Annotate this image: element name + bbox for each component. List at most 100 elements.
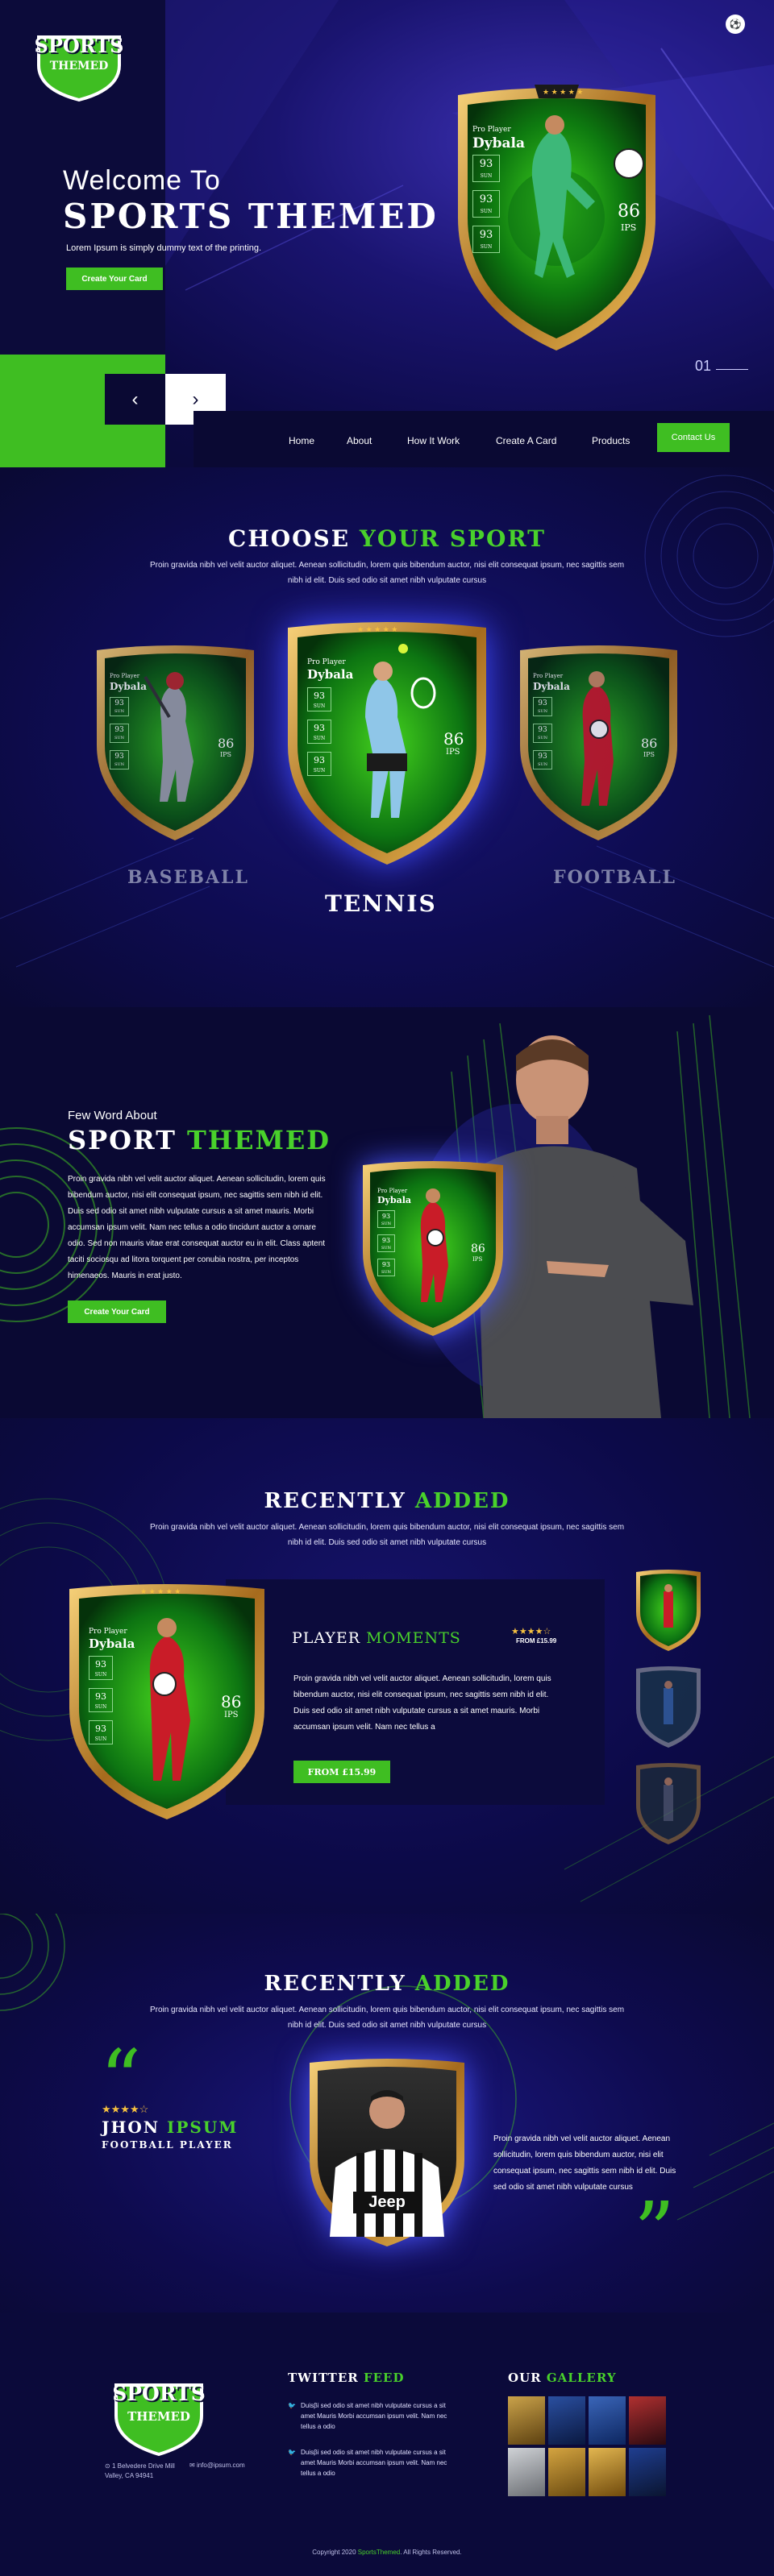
football-stat-2: 93 SUN <box>533 724 552 743</box>
gallery-thumb-5[interactable] <box>508 2448 545 2496</box>
hero-menu-icon[interactable]: ⚽ <box>726 15 745 34</box>
hero-player-card[interactable]: ★ ★ ★ ★ ★ Pro Player Dybala 93 SUN 93 SUN … <box>442 81 672 355</box>
sport-label-football[interactable]: FOOTBALL <box>553 867 676 888</box>
site-footer: SPORTS THEMED ⊙ 1 Belvedere Drive Mill V… <box>0 2313 774 2576</box>
thumbnail-3-frame-icon <box>636 1763 701 1844</box>
about-title: SPORT THEMED <box>68 1125 331 1155</box>
hero-title: SPORTS THEMED <box>63 197 439 236</box>
product-price-button[interactable]: FROM £15.99 <box>293 1761 390 1783</box>
hero-welcome: Welcome To <box>63 165 221 196</box>
hero-card-rating-label: IPS <box>621 222 637 233</box>
gallery-thumb-4[interactable] <box>629 2396 666 2445</box>
hero-card-stat-3: 93 SUN <box>472 226 500 253</box>
thumbnail-card-2[interactable] <box>633 1664 704 1748</box>
about-create-card-button[interactable]: Create Your Card <box>68 1300 166 1323</box>
nav-about[interactable]: About <box>347 435 372 446</box>
tennis-stat-1: 93 SUN <box>307 687 331 711</box>
gallery-thumb-7[interactable] <box>589 2448 626 2496</box>
testimonial-section: RECENTLY ADDED Proin gravida nibh vel ve… <box>0 1914 774 2313</box>
about-card-role: Pro Player <box>377 1188 408 1194</box>
tweet-1[interactable]: 🐦 Duisβi sed odio sit amet nibh vulputate… <box>288 2401 457 2432</box>
nav-create-card[interactable]: Create A Card <box>496 435 556 446</box>
location-icon: ⊙ <box>105 2462 112 2470</box>
hero-slide-number: 01 <box>695 358 712 374</box>
footer-copyright: Copyright 2020 SportsThemed. All Rights … <box>312 2549 462 2556</box>
gallery-thumb-3[interactable] <box>589 2396 626 2445</box>
nav-home[interactable]: Home <box>289 435 314 446</box>
baseball-card[interactable]: Pro Player Dybala 93 SUN 93 SUN 93 SUN 86 I… <box>89 641 262 842</box>
featured-player-card[interactable]: ★ ★ ★ ★ ★ Pro Player Dybala 93 SUN 93 SUN … <box>61 1579 273 1821</box>
hero-card-role: Pro Player <box>472 126 511 134</box>
hero-card-stat-2: 93 SUN <box>472 190 500 218</box>
baseball-rating: 86 <box>218 736 235 751</box>
brand-logo[interactable]: SPORTS THEMED <box>23 21 135 102</box>
hero-card-stat-1: 93 SUN <box>472 155 500 182</box>
hero-section: SPORTS THEMED Welcome To SPORTS THEMED L… <box>0 0 774 467</box>
footer-address: ⊙ 1 Belvedere Drive Mill Valley, CA 9494… <box>105 2462 175 2479</box>
testimonial-name: JHON IPSUM <box>102 2118 239 2137</box>
tennis-card[interactable]: ★ ★ ★ ★ ★ Pro Player Dybala 93 SUN 93 SUN … <box>278 616 496 866</box>
choose-description: Proin gravida nibh vel velit auctor aliq… <box>149 561 625 585</box>
gallery-thumb-1[interactable] <box>508 2396 545 2445</box>
thumbnail-2-frame-icon <box>636 1666 701 1748</box>
recent1-title: RECENTLY ADDED <box>264 1489 510 1513</box>
jersey-sponsor: Jeep <box>353 2192 421 2213</box>
football-rating-label: IPS <box>643 751 655 758</box>
featured-card-name: Dybala <box>89 1636 135 1651</box>
baseball-stat-3: 93 SUN <box>110 750 129 769</box>
footer-logo-line2: THEMED <box>127 2409 190 2424</box>
thumbnail-card-3[interactable] <box>633 1761 704 1845</box>
hero-create-card-button[interactable]: Create Your Card <box>66 268 163 290</box>
footer-logo[interactable]: SPORTS THEMED <box>100 2367 218 2456</box>
chevron-left-icon: ‹ <box>131 388 139 410</box>
gallery-grid <box>508 2396 669 2498</box>
sport-label-baseball[interactable]: BASEBALL <box>127 867 249 888</box>
about-rating-label: IPS <box>472 1256 483 1263</box>
mail-icon: ✉ <box>189 2462 197 2469</box>
twitter-bird-icon: 🐦 <box>288 2402 296 2409</box>
recent1-description: Proin gravida nibh vel velit auctor aliq… <box>149 1523 625 1547</box>
baseball-card-name: Dybala <box>110 681 147 692</box>
football-card[interactable]: Pro Player Dybala 93 SUN 93 SUN 93 SUN 86 I… <box>512 641 685 842</box>
product-price-small: FROM £15.99 <box>516 1637 557 1645</box>
gallery-thumb-8[interactable] <box>629 2448 666 2496</box>
baseball-stat-1: 93 SUN <box>110 697 129 716</box>
gallery-thumb-2[interactable] <box>548 2396 585 2445</box>
baseball-card-role: Pro Player <box>110 673 140 679</box>
thumbnail-1-frame-icon <box>636 1570 701 1651</box>
featured-stat-1: 93 SUN <box>89 1656 113 1680</box>
nav-products[interactable]: Products <box>592 435 630 446</box>
about-section: Few Word About SPORT THEMED Proin gravid… <box>0 1007 774 1418</box>
choose-sport-section: CHOOSE YOUR SPORT Proin gravida nibh vel… <box>0 467 774 1007</box>
gallery-title: OUR GALLERY <box>508 2371 617 2385</box>
football-card-role: Pro Player <box>533 673 564 679</box>
footer-email[interactable]: ✉ info@ipsum.com <box>189 2462 245 2469</box>
about-stat-3: 93 SUN <box>377 1259 395 1276</box>
about-stat-2: 93 SUN <box>377 1234 395 1252</box>
product-description: Proin gravida nibh vel velit auctor aliq… <box>293 1674 551 1732</box>
nav-how-it-work[interactable]: How It Work <box>407 435 460 446</box>
tennis-card-name: Dybala <box>307 667 354 682</box>
tennis-rating-label: IPS <box>446 748 460 757</box>
hero-card-name: Dybala <box>472 135 525 151</box>
svg-text:★ ★ ★ ★ ★: ★ ★ ★ ★ ★ <box>357 625 397 633</box>
nav-contact-button[interactable]: Contact Us <box>657 423 730 452</box>
thumbnail-card-1[interactable] <box>633 1567 704 1652</box>
about-stat-1: 93 SUN <box>377 1210 395 1228</box>
gallery-thumb-6[interactable] <box>548 2448 585 2496</box>
featured-card-role: Pro Player <box>89 1628 127 1636</box>
tweet-2[interactable]: 🐦 Duisβi sed odio sit amet nibh vulputate… <box>288 2448 457 2479</box>
football-stat-3: 93 SUN <box>533 750 552 769</box>
about-rating: 86 <box>471 1242 485 1255</box>
product-title: PLAYER MOMENTS <box>292 1629 461 1647</box>
testimonial-player-card[interactable]: Jeep <box>303 2055 471 2248</box>
twitter-title: TWITTER FEED <box>288 2371 405 2385</box>
featured-rating-label: IPS <box>224 1711 239 1719</box>
choose-title: CHOOSE YOUR SPORT <box>228 525 546 552</box>
tennis-rating: 86 <box>443 729 464 749</box>
slider-prev-button[interactable]: ‹ <box>105 374 165 425</box>
about-player-card[interactable]: Pro Player Dybala 93 SUN 93 SUN 93 SUN 86 I… <box>356 1157 510 1338</box>
tennis-stat-2: 93 SUN <box>307 720 331 744</box>
sport-label-tennis[interactable]: TENNIS <box>325 890 437 917</box>
about-description: Proin gravida nibh vel velit auctor aliq… <box>68 1175 326 1280</box>
